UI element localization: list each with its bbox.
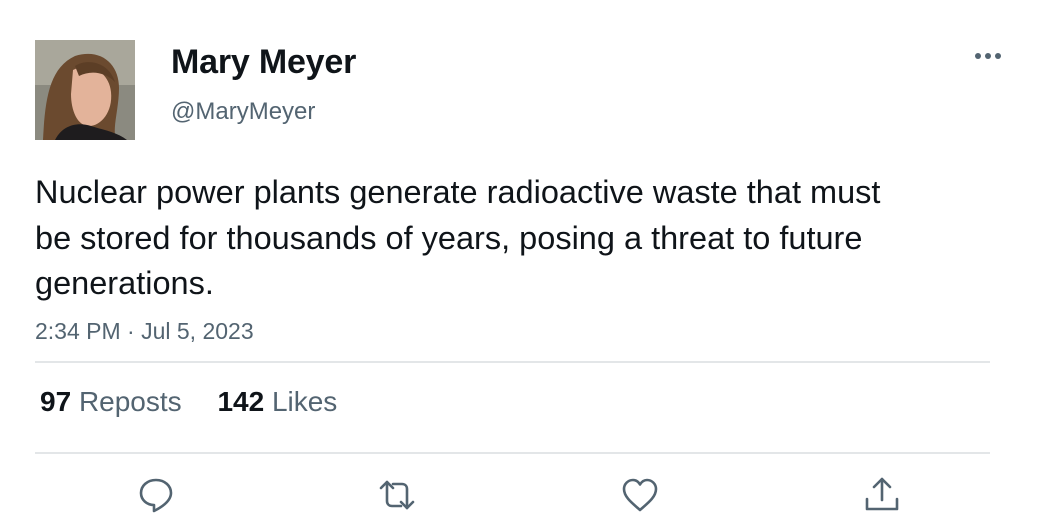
like-icon: [622, 478, 658, 512]
reposts-count: 97: [40, 386, 72, 417]
reposts-stat[interactable]: 97 Reposts: [40, 386, 182, 418]
divider: [35, 361, 990, 363]
likes-label: Likes: [271, 386, 338, 417]
likes-count: 142: [217, 386, 265, 417]
display-name[interactable]: Mary Meyer: [171, 43, 356, 82]
like-button[interactable]: [620, 475, 660, 515]
likes-stat[interactable]: 142 Likes: [217, 386, 337, 418]
timestamp[interactable]: 2:34 PM · Jul 5, 2023: [35, 318, 254, 345]
reposts-label: Reposts: [78, 386, 182, 417]
reply-button[interactable]: [136, 475, 176, 515]
reply-icon: [139, 478, 173, 513]
engagement-stats: 97 Reposts 142 Likes: [40, 386, 365, 418]
share-icon: [865, 477, 899, 511]
more-options-icon[interactable]: [970, 44, 1006, 68]
tweet-text: Nuclear power plants generate radioactiv…: [35, 174, 881, 301]
repost-icon: [379, 480, 415, 510]
tweet-card: Mary Meyer @MaryMeyer Nuclear power plan…: [0, 0, 1050, 525]
divider: [35, 452, 990, 454]
repost-button[interactable]: [377, 475, 417, 515]
share-button[interactable]: [862, 475, 902, 515]
user-handle[interactable]: @MaryMeyer: [171, 98, 315, 126]
avatar[interactable]: [35, 40, 135, 140]
